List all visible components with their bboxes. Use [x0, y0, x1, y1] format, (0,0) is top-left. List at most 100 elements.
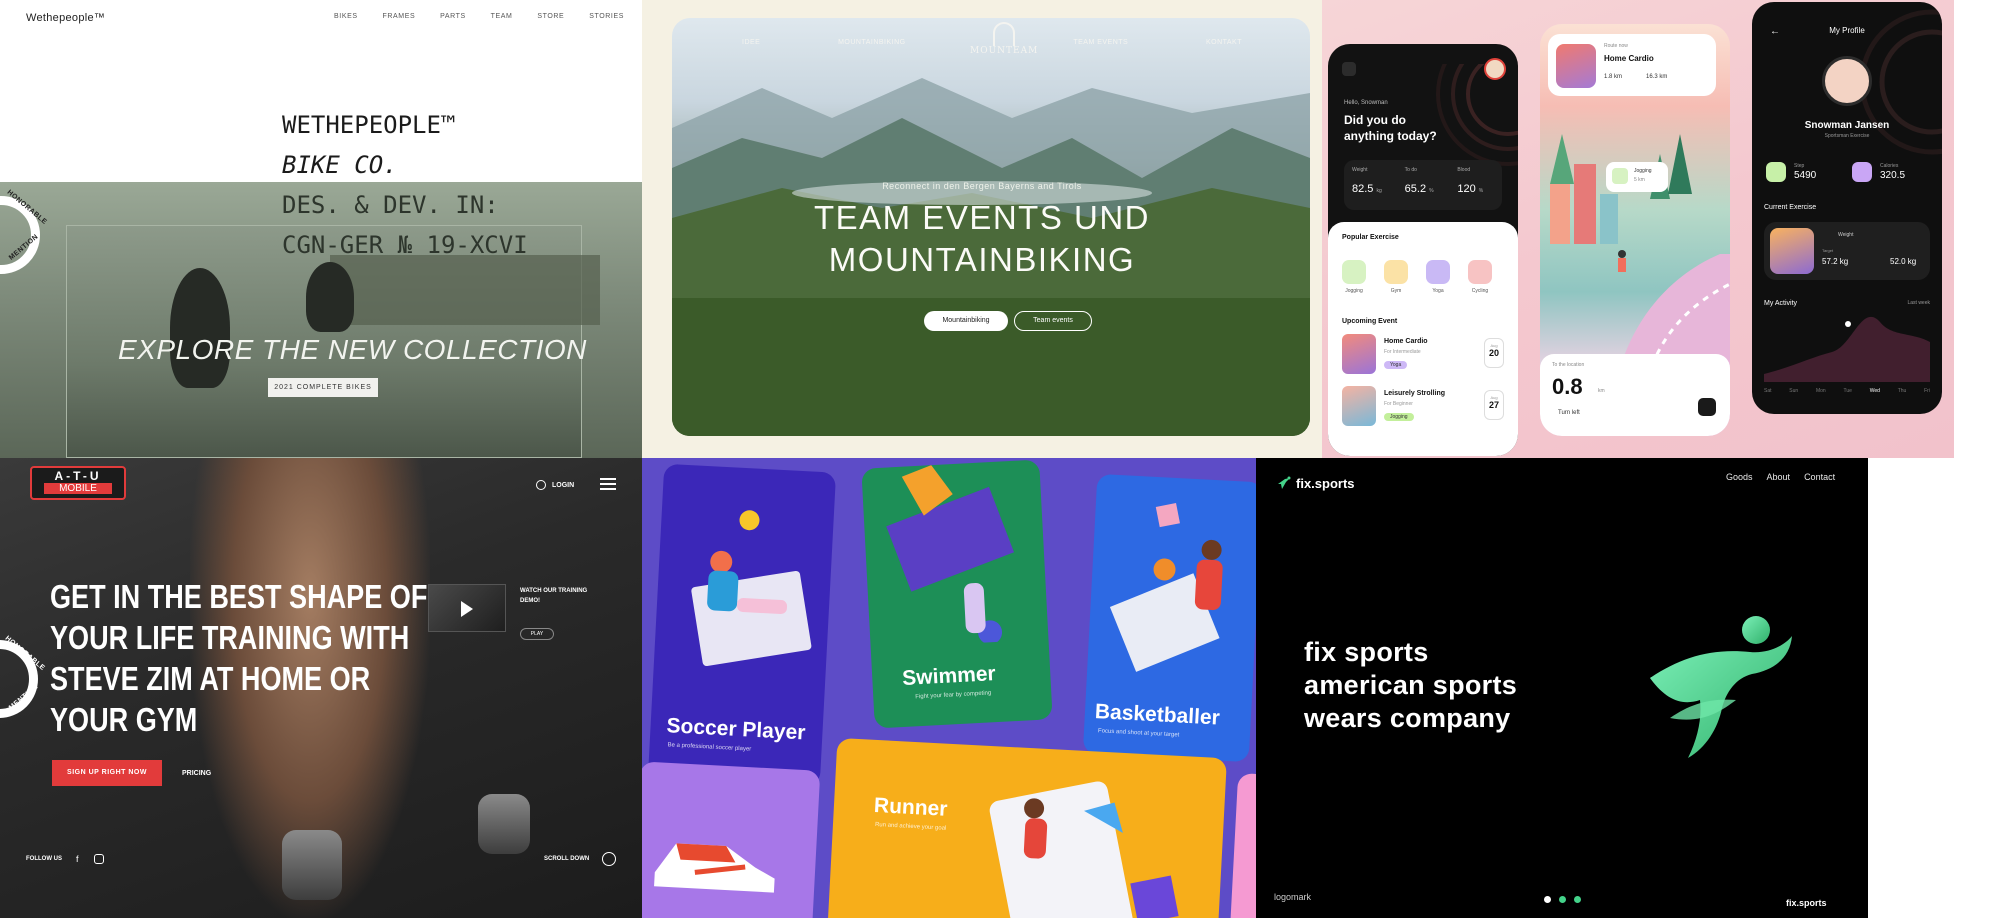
nav-team-events[interactable]: TEAM EVENTS — [1073, 39, 1128, 46]
activity-name: Jogging — [1634, 168, 1652, 174]
period-dropdown[interactable]: Last week — [1907, 300, 1930, 306]
profile-avatar[interactable] — [1822, 56, 1872, 106]
explore-heading: EXPLORE THE NEW COLLECTION — [118, 334, 587, 365]
stat-label: Blood — [1457, 167, 1471, 173]
user-icon[interactable] — [536, 480, 546, 490]
nav-team[interactable]: TEAM — [491, 13, 513, 20]
yoga-icon — [1426, 260, 1450, 284]
nav-mountainbiking[interactable]: MOUNTAINBIKING — [838, 39, 906, 46]
training-video-thumbnail[interactable] — [428, 584, 506, 632]
slide-indicator[interactable] — [1544, 896, 1581, 903]
map-grid-button[interactable] — [1698, 398, 1716, 416]
sneaker-illustration — [654, 843, 775, 893]
nav-idee[interactable]: IDEE — [742, 39, 760, 46]
page-margin — [1868, 458, 2000, 918]
hero-title: TEAM EVENTS UND MOUNTAINBIKING — [642, 197, 1322, 281]
exercise-jogging[interactable]: Jogging — [1340, 260, 1368, 294]
mountainbiking-button[interactable]: Mountainbiking — [924, 311, 1008, 331]
nav-store[interactable]: STORE — [537, 13, 564, 20]
distance-value: 0.8 — [1552, 374, 1583, 399]
nav-kontakt[interactable]: KONTAKT — [1206, 39, 1242, 46]
headline-line-4: CGN-GER № 19-XCVI — [282, 231, 528, 259]
title-line-2: MOUNTAINBIKING — [828, 241, 1136, 278]
activity-distance: 5 km — [1634, 177, 1645, 183]
nav-parts[interactable]: PARTS — [440, 13, 466, 20]
sign-up-button[interactable]: SIGN UP RIGHT NOW — [52, 760, 162, 786]
login-link[interactable]: LOGIN — [552, 482, 574, 489]
exercise-card: Popular Exercise Jogging Gym Yoga Cyclin… — [1328, 222, 1518, 456]
target-label: Target — [1822, 248, 1834, 253]
scroll-down-icon[interactable] — [602, 852, 616, 866]
swimmer-card[interactable]: Swimmer Fight your fear by competing — [861, 459, 1053, 729]
route-metric-b: 16.3 km — [1646, 74, 1668, 80]
mounteam-site: IDEE MOUNTAINBIKING TEAM EVENTS KONTAKT … — [642, 0, 1322, 458]
sneaker-card[interactable] — [642, 761, 821, 918]
navigation-panel: To the location 0.8 km Turn left — [1540, 354, 1730, 436]
daily-question: Did you do anything today? — [1344, 113, 1437, 143]
fitness-app-showcase: Hello, Snowman Did you do anything today… — [1322, 0, 1954, 458]
event-item[interactable]: Leisurely Strolling For Beginner Jogging… — [1342, 386, 1506, 430]
greeting: Hello, Snowman — [1344, 100, 1388, 106]
nav-contact[interactable]: Contact — [1804, 472, 1835, 482]
fixsports-logo[interactable]: fix.sports — [1296, 476, 1355, 491]
watch-demo-text: WATCH OUR TRAINING DEMO! — [520, 588, 588, 604]
runner-logomark-icon — [1650, 616, 1792, 758]
play-button[interactable]: PLAY — [520, 628, 554, 640]
profile-title: My Profile — [1829, 26, 1865, 35]
wethepeople-site: Wethepeople™ BIKES FRAMES PARTS TEAM STO… — [0, 0, 642, 458]
dumbbell-image — [282, 830, 342, 900]
exercise-gym[interactable]: Gym — [1382, 260, 1410, 294]
nav-stories[interactable]: STORIES — [589, 13, 624, 20]
basketballer-card[interactable]: Basketballer Focus and shoot at your tar… — [1082, 473, 1256, 763]
nav-about[interactable]: About — [1767, 472, 1791, 482]
pink-card[interactable] — [1229, 773, 1256, 918]
location-label: To the location — [1552, 362, 1585, 368]
wethepeople-logo[interactable]: Wethepeople™ — [26, 12, 105, 24]
fixsports-nav: Goods About Contact — [1726, 472, 1835, 482]
complete-bikes-button[interactable]: 2021 COMPLETE BIKES — [268, 378, 378, 397]
rider-right — [306, 262, 354, 332]
profile-screen: ← My Profile Snowman Jansen Sportsman Ex… — [1752, 2, 1942, 414]
event-tag: Yoga — [1384, 361, 1408, 369]
hamburger-menu-icon[interactable] — [600, 478, 616, 493]
stat-label: To do — [1404, 167, 1417, 173]
mounteam-logo[interactable]: MOUNTEAM — [970, 22, 1038, 56]
headline-line-3: DES. & DEV. IN: — [282, 191, 499, 219]
facebook-icon[interactable]: f — [76, 854, 79, 864]
rider-left — [170, 268, 230, 388]
hero-headline: GET IN THE BEST SHAPE OF YOUR LIFE TRAIN… — [50, 578, 428, 738]
nav-bikes[interactable]: BIKES — [334, 13, 358, 20]
nav-goods[interactable]: Goods — [1726, 472, 1753, 482]
runner-card[interactable]: Runner Run and achieve your goal — [827, 737, 1227, 918]
hero-subtitle: Reconnect in den Bergen Bayerns and Tiro… — [882, 181, 1082, 191]
nav-frames[interactable]: FRAMES — [382, 13, 415, 20]
steps-icon — [1766, 162, 1786, 182]
sports-cards: Soccer Player Be a professional soccer p… — [642, 458, 1256, 918]
collage-page: Wethepeople™ BIKES FRAMES PARTS TEAM STO… — [0, 0, 2000, 918]
brand-name: MOUNTEAM — [970, 46, 1039, 56]
event-thumbnail — [1342, 334, 1376, 374]
soccer-player-card[interactable]: Soccer Player Be a professional soccer p… — [647, 463, 837, 787]
team-events-button[interactable]: Team events — [1014, 311, 1092, 331]
current-exercise-card[interactable]: Weight Target 57.2 kg 52.0 kg — [1764, 222, 1930, 280]
stat-blood: Blood 120 % — [1449, 160, 1502, 210]
exercise-yoga[interactable]: Yoga — [1424, 260, 1452, 294]
exercise-cycling[interactable]: Cycling — [1466, 260, 1494, 294]
card-title: Runner — [873, 793, 949, 821]
profile-role: Sportsman Exercise — [1824, 133, 1870, 139]
target-from: 57.2 kg — [1822, 257, 1849, 266]
card-title: Soccer Player — [666, 714, 806, 745]
gym-icon — [1384, 260, 1408, 284]
instagram-icon[interactable] — [94, 854, 104, 864]
atu-mobile-logo[interactable]: A-T-U MOBILE — [30, 466, 126, 500]
pricing-link[interactable]: PRICING — [182, 770, 211, 777]
route-card[interactable]: Route now Home Cardio 1.8 km 16.3 km — [1548, 34, 1716, 96]
event-item[interactable]: Home Cardio For Intermediate Yoga Aug 20 — [1342, 334, 1506, 378]
stat-value: 65.2 % — [1404, 183, 1434, 195]
grid-menu-icon[interactable] — [1342, 62, 1356, 76]
stat-label: Weight — [1352, 167, 1368, 173]
title-line-1: TEAM EVENTS UND — [813, 199, 1151, 236]
event-thumbnail — [1342, 386, 1376, 426]
scroll-down-label[interactable]: SCROLL DOWN — [544, 856, 589, 862]
fixsports-logo-icon — [1278, 476, 1291, 489]
